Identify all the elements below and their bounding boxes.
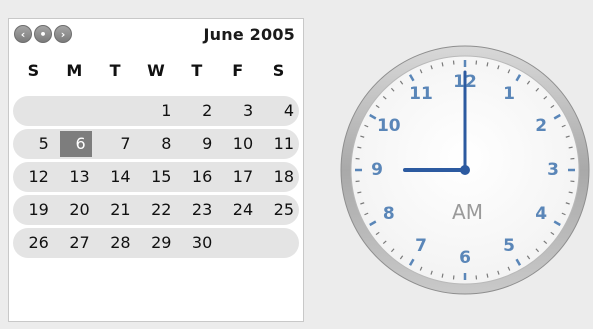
week-row: 12 13 14 15 16 17 18 <box>13 162 299 192</box>
day-cell[interactable]: 29 <box>136 228 177 258</box>
week-row: 26 27 28 29 30 <box>13 228 299 258</box>
minute-tick <box>568 146 573 149</box>
empty-day-cell <box>54 96 95 126</box>
day-cell[interactable]: 22 <box>136 195 177 225</box>
analog-clock: 12 1 2 3 4 5 6 7 8 9 10 11 AM <box>340 40 590 300</box>
day-cell[interactable]: 28 <box>95 228 136 258</box>
dot-icon: • <box>39 27 47 41</box>
empty-day-cell <box>217 228 258 258</box>
day-cell[interactable]: 25 <box>258 195 299 225</box>
weekday-label: S <box>272 61 285 80</box>
hour-number: 8 <box>382 204 395 224</box>
month-title: June 2005 <box>203 25 295 44</box>
minute-tick <box>357 146 362 149</box>
day-cell[interactable]: 8 <box>136 129 177 159</box>
minute-tick <box>357 191 362 194</box>
day-cell[interactable]: 30 <box>176 228 217 258</box>
day-cell[interactable]: 19 <box>13 195 54 225</box>
day-cell[interactable]: 23 <box>176 195 217 225</box>
day-cell[interactable]: 12 <box>13 162 54 192</box>
week-row: 19 20 21 22 23 24 25 <box>13 195 299 225</box>
empty-day-cell <box>13 96 54 126</box>
minute-tick <box>441 62 444 67</box>
day-cell[interactable]: 4 <box>258 96 299 126</box>
day-cell[interactable]: 13 <box>54 162 95 192</box>
day-cell[interactable]: 9 <box>176 129 217 159</box>
hour-number: 12 <box>453 72 477 92</box>
day-cell[interactable]: 11 <box>258 129 299 159</box>
hour-number: 6 <box>459 248 471 268</box>
day-cell[interactable]: 1 <box>136 96 177 126</box>
weekday-label: T <box>191 61 203 80</box>
weekday-label: M <box>66 61 83 80</box>
day-cell[interactable]: 3 <box>217 96 258 126</box>
hour-number: 4 <box>535 204 548 224</box>
day-cell[interactable]: 5 <box>13 129 54 159</box>
minute-tick <box>486 273 489 278</box>
day-cell[interactable]: 21 <box>95 195 136 225</box>
hour-number: 5 <box>503 236 515 257</box>
day-cell[interactable]: 14 <box>95 162 136 192</box>
empty-day-cell <box>258 228 299 258</box>
minute-tick <box>486 62 489 67</box>
hour-number: 1 <box>503 83 515 104</box>
week-row: 1234 <box>13 96 299 126</box>
chevron-right-icon: › <box>60 27 66 41</box>
hour-number: 7 <box>415 236 427 257</box>
day-cell[interactable]: 18 <box>258 162 299 192</box>
weekday-label: T <box>109 61 121 80</box>
weekday-label: W <box>147 61 165 80</box>
empty-day-cell <box>95 96 136 126</box>
weekday-label: F <box>232 61 244 80</box>
previous-month-button[interactable]: ‹ <box>14 25 32 43</box>
day-cell[interactable]: 24 <box>217 195 258 225</box>
hour-number: 3 <box>547 160 559 180</box>
minute-tick <box>568 191 573 194</box>
day-cell[interactable]: 26 <box>13 228 54 258</box>
month-navigation: ‹ • › <box>14 25 72 43</box>
day-cell[interactable]: 27 <box>54 228 95 258</box>
next-month-button[interactable]: › <box>54 25 72 43</box>
hour-number: 9 <box>371 160 383 180</box>
day-cell[interactable]: 16 <box>176 162 217 192</box>
day-cell[interactable]: 6 <box>59 131 92 157</box>
minute-tick <box>441 273 444 278</box>
chevron-left-icon: ‹ <box>20 27 26 41</box>
day-cell[interactable]: 7 <box>95 129 136 159</box>
week-row: 5 6 7 8 9 10 11 <box>13 129 299 159</box>
day-cell[interactable]: 10 <box>217 129 258 159</box>
hour-number: 10 <box>376 116 401 136</box>
am-pm-indicator: AM <box>452 200 483 224</box>
weekday-header: S M T W T F S <box>13 59 299 83</box>
day-cell[interactable]: 15 <box>136 162 177 192</box>
calendar-panel: ‹ • › June 2005 S M T W T F S 1234567891… <box>8 18 304 322</box>
hour-number: 2 <box>535 116 548 136</box>
day-cell[interactable]: 17 <box>217 162 258 192</box>
day-cell[interactable]: 2 <box>176 96 217 126</box>
hour-number: 11 <box>409 83 433 104</box>
weekday-label: S <box>27 61 40 80</box>
today-button[interactable]: • <box>34 25 52 43</box>
day-cell[interactable]: 20 <box>54 195 95 225</box>
clock-center-pin <box>460 165 470 175</box>
